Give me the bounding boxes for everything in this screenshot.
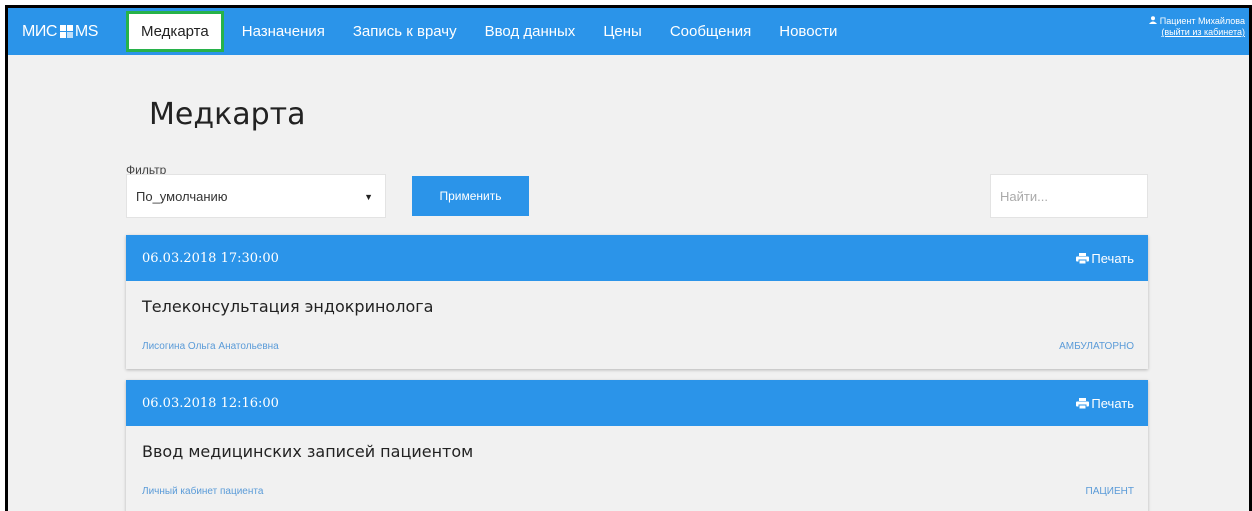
print-button[interactable]: Печать bbox=[1076, 251, 1134, 266]
print-label: Печать bbox=[1091, 250, 1134, 266]
record-type: АМБУЛАТОРНО bbox=[1059, 340, 1134, 352]
nav-item-doctor-booking[interactable]: Запись к врачу bbox=[339, 8, 471, 55]
apply-button[interactable]: Применить bbox=[412, 176, 529, 216]
search-input[interactable]: Найти... bbox=[990, 174, 1148, 218]
filter-select[interactable]: По_умолчанию ▼ bbox=[126, 174, 386, 218]
nav-item-messages[interactable]: Сообщения bbox=[656, 8, 765, 55]
logout-link[interactable]: (выйти из кабинета) bbox=[1149, 27, 1245, 38]
logo-text-left: МИС bbox=[22, 22, 57, 40]
record-footer: Личный кабинет пациента ПАЦИЕНТ bbox=[126, 468, 1148, 511]
nav-item-appointments[interactable]: Назначения bbox=[228, 8, 339, 55]
record-datetime: 06.03.2018 12:16:00 bbox=[142, 395, 279, 411]
filter-selected-value: По_умолчанию bbox=[136, 188, 228, 204]
page-title: Медкарта bbox=[149, 97, 306, 132]
logo-text-right: MS bbox=[74, 22, 99, 40]
printer-icon bbox=[1076, 397, 1090, 409]
print-label: Печать bbox=[1091, 395, 1134, 411]
printer-icon bbox=[1076, 252, 1090, 264]
record-datetime: 06.03.2018 17:30:00 bbox=[142, 250, 279, 266]
nav-item-prices[interactable]: Цены bbox=[589, 8, 656, 55]
app-frame: МИС MS Медкарта Назначения Запись к врач… bbox=[5, 5, 1252, 511]
record-title[interactable]: Ввод медицинских записей пациентом bbox=[126, 426, 1148, 468]
record-card: 06.03.2018 17:30:00 Печать Телеконсульта… bbox=[126, 235, 1148, 369]
dropdown-caret-icon: ▼ bbox=[364, 192, 373, 202]
record-author[interactable]: Личный кабинет пациента bbox=[142, 486, 263, 497]
user-icon bbox=[1149, 16, 1160, 26]
record-type: ПАЦИЕНТ bbox=[1085, 485, 1134, 497]
record-footer: Лисогина Ольга Анатольевна АМБУЛАТОРНО bbox=[126, 323, 1148, 369]
top-navbar: МИС MS Медкарта Назначения Запись к врач… bbox=[8, 8, 1249, 55]
record-author[interactable]: Лисогина Ольга Анатольевна bbox=[142, 341, 279, 352]
record-header: 06.03.2018 12:16:00 Печать bbox=[126, 380, 1148, 426]
logo[interactable]: МИС MS bbox=[22, 23, 126, 41]
nav-item-data-entry[interactable]: Ввод данных bbox=[471, 8, 590, 55]
logo-icon bbox=[59, 24, 74, 39]
user-name: Пациент Михайлова bbox=[1159, 16, 1245, 26]
record-title[interactable]: Телеконсультация эндокринолога bbox=[126, 281, 1148, 323]
user-box: Пациент Михайлова (выйти из кабинета) bbox=[1149, 16, 1245, 38]
nav-item-news[interactable]: Новости bbox=[765, 8, 851, 55]
record-card: 06.03.2018 12:16:00 Печать Ввод медицинс… bbox=[126, 380, 1148, 511]
nav-item-medkarta[interactable]: Медкарта bbox=[126, 11, 224, 52]
print-button[interactable]: Печать bbox=[1076, 396, 1134, 411]
record-header: 06.03.2018 17:30:00 Печать bbox=[126, 235, 1148, 281]
